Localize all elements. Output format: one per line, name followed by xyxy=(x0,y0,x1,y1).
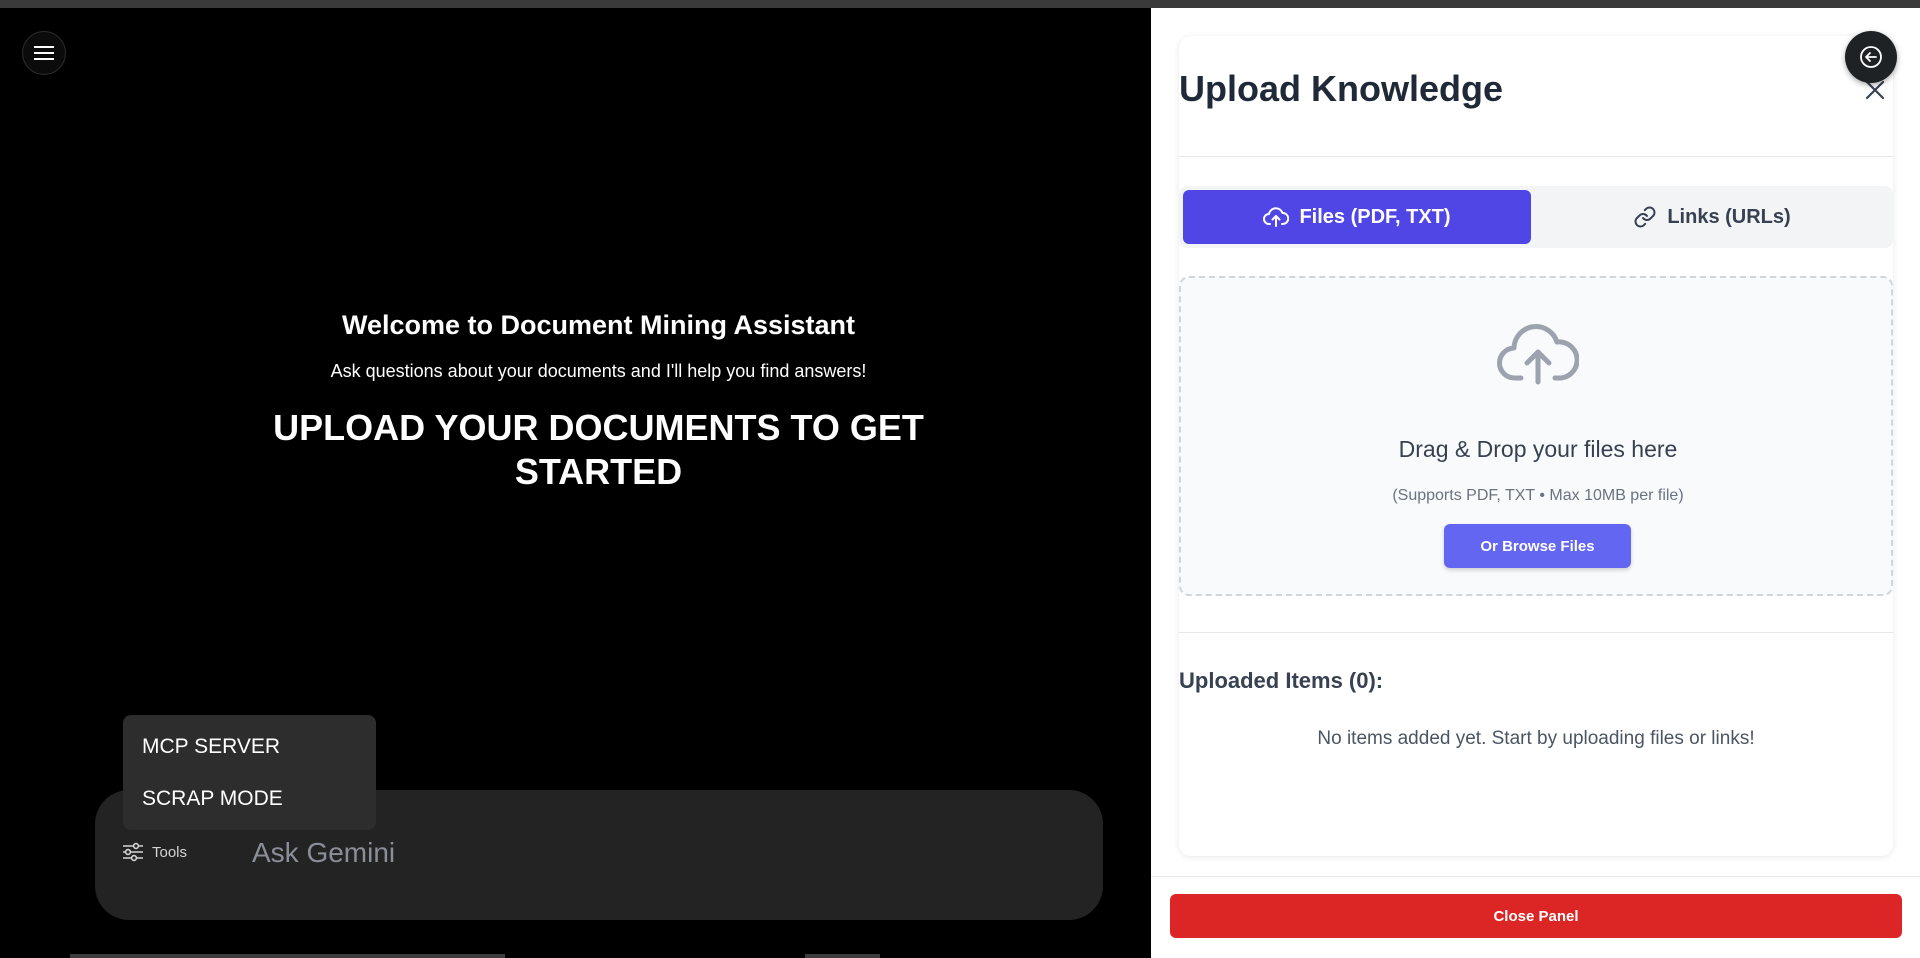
divider xyxy=(1179,632,1893,633)
welcome-subtitle: Ask questions about your documents and I… xyxy=(330,361,867,381)
close-panel-button[interactable]: Close Panel xyxy=(1170,894,1902,938)
browse-files-button[interactable]: Or Browse Files xyxy=(1444,524,1631,568)
footer-divider xyxy=(1151,876,1920,877)
tools-menu: MCP SERVER SCRAP MODE xyxy=(123,715,376,830)
browser-top-bar xyxy=(0,0,1920,8)
back-button[interactable] xyxy=(1845,31,1897,83)
arrow-left-circle-icon xyxy=(1860,46,1882,68)
tools-menu-item-scrap-mode[interactable]: SCRAP MODE xyxy=(142,787,283,811)
panel-title: Upload Knowledge xyxy=(1179,68,1503,109)
cloud-upload-icon xyxy=(1263,207,1290,227)
dropzone-subtitle: (Supports PDF, TXT • Max 10MB per file) xyxy=(1392,487,1684,504)
hamburger-icon xyxy=(34,46,54,60)
scrollbar-track xyxy=(70,954,505,958)
tools-menu-item-mcp-server[interactable]: MCP SERVER xyxy=(142,735,280,759)
file-dropzone[interactable]: Drag & Drop your files here (Supports PD… xyxy=(1179,276,1893,596)
scrollbar-thumb xyxy=(805,954,880,958)
tab-links-label: Links (URLs) xyxy=(1667,205,1791,228)
divider xyxy=(1179,156,1893,157)
welcome-title: Welcome to Document Mining Assistant xyxy=(341,310,856,340)
link-icon xyxy=(1634,206,1656,228)
upload-headline: UPLOAD YOUR DOCUMENTS TO GET STARTED xyxy=(273,407,924,492)
upload-card: Upload Knowledge Files (PDF, TXT) Links … xyxy=(1179,36,1893,856)
tab-files[interactable]: Files (PDF, TXT) xyxy=(1183,190,1531,244)
menu-button[interactable] xyxy=(22,31,66,75)
tab-links[interactable]: Links (URLs) xyxy=(1535,190,1889,244)
cloud-upload-icon xyxy=(1497,324,1579,385)
sliders-icon xyxy=(123,842,143,862)
tab-files-label: Files (PDF, TXT) xyxy=(1299,205,1451,228)
tools-label: Tools xyxy=(152,843,188,861)
uploaded-items-title: Uploaded Items (0): xyxy=(1179,668,1384,693)
upload-tabs: Files (PDF, TXT) Links (URLs) xyxy=(1179,186,1893,248)
ask-input[interactable] xyxy=(250,830,1034,876)
upload-panel: Upload Knowledge Files (PDF, TXT) Links … xyxy=(1151,8,1920,958)
tools-button[interactable]: Tools xyxy=(122,842,187,862)
empty-state-text: No items added yet. Start by uploading f… xyxy=(1317,728,1755,749)
dropzone-title: Drag & Drop your files here xyxy=(1398,436,1678,462)
